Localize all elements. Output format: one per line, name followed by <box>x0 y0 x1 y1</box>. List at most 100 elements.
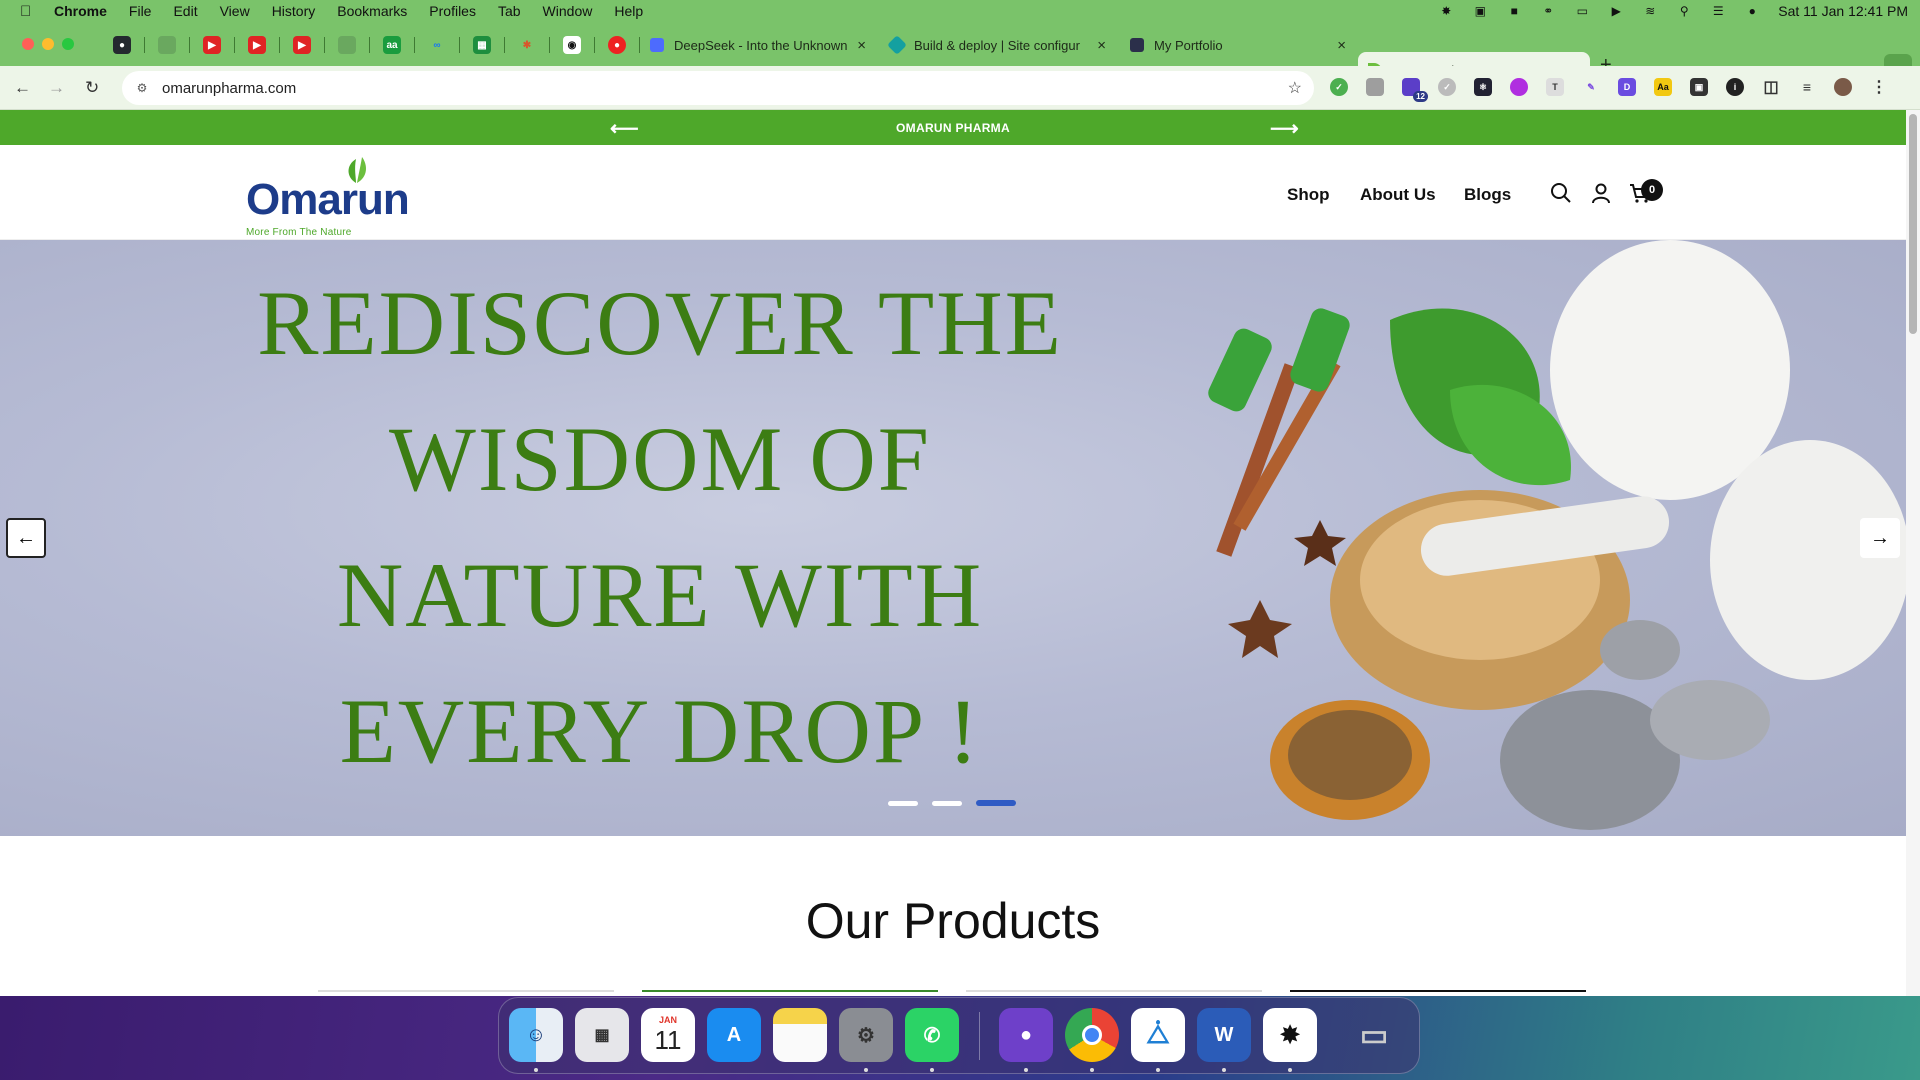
pinned-tab-eye-icon[interactable]: ◉ <box>563 36 581 54</box>
finder-icon[interactable]: ☺ <box>509 1008 563 1062</box>
menu-history[interactable]: History <box>272 3 316 19</box>
nav-about-us[interactable]: About Us <box>1360 185 1436 205</box>
pinned-tab-github-icon[interactable]: ● <box>113 36 131 54</box>
dictionary-extension-icon[interactable]: Aa <box>1654 78 1672 96</box>
menu-tab[interactable]: Tab <box>498 3 521 19</box>
extensions-puzzle-icon[interactable]: ◫ <box>1762 78 1780 96</box>
color-extension-icon[interactable] <box>1510 78 1528 96</box>
chrome-icon[interactable] <box>1065 1008 1119 1062</box>
app-store-icon[interactable]: A <box>707 1008 761 1062</box>
menu-file[interactable]: File <box>129 3 152 19</box>
wifi-icon[interactable]: ≋ <box>1642 4 1658 18</box>
hero-prev-button[interactable]: ← <box>6 518 46 558</box>
minimize-window-button[interactable] <box>42 38 54 50</box>
user-account-icon[interactable] <box>1589 181 1613 205</box>
pinned-tab-loading-icon[interactable] <box>338 36 356 54</box>
grad-cap-extension-icon[interactable]: 12 <box>1402 78 1428 102</box>
product-card[interactable] <box>318 990 614 996</box>
trash-icon[interactable]: ▭ <box>1347 1008 1401 1062</box>
menu-window[interactable]: Window <box>543 3 593 19</box>
word-icon[interactable]: W <box>1197 1008 1251 1062</box>
headphones-icon[interactable]: ⚭ <box>1540 4 1556 18</box>
tab-netlify[interactable]: Build & deploy | Site configur × <box>880 30 1116 60</box>
pinned-tab-youtube-icon[interactable]: ▶ <box>203 36 221 54</box>
text-extension-icon[interactable]: T <box>1546 78 1564 96</box>
reload-button[interactable]: ↻ <box>85 78 99 98</box>
info-extension-icon[interactable]: i <box>1726 78 1744 96</box>
profile-avatar[interactable] <box>1834 78 1852 96</box>
announcement-next-arrow-icon[interactable]: ⟶ <box>1270 116 1299 141</box>
slide-dot[interactable] <box>888 800 918 806</box>
close-window-button[interactable] <box>22 38 34 50</box>
product-card[interactable] <box>966 990 1262 996</box>
chrome-menu-icon[interactable]: ⋮ <box>1870 78 1888 96</box>
pinned-tab-youtube-icon[interactable]: ▶ <box>248 36 266 54</box>
menu-app-name[interactable]: Chrome <box>54 3 107 19</box>
reading-list-icon[interactable]: ≡ <box>1798 78 1816 96</box>
calendar-icon[interactable]: JAN 11 <box>641 1008 695 1062</box>
announcement-prev-arrow-icon[interactable]: ⟵ <box>610 116 639 141</box>
product-card[interactable] <box>1290 990 1586 996</box>
chatgpt-status-icon[interactable]: ✸ <box>1438 4 1454 18</box>
hero-next-button[interactable]: → <box>1860 518 1900 558</box>
pinned-tab-meta-icon[interactable]: ∞ <box>428 36 446 54</box>
bot-status-icon[interactable]: ■ <box>1506 4 1522 18</box>
site-logo[interactable]: Omarun More From The Nature <box>246 155 410 238</box>
vscode-icon[interactable]: ⧊ <box>1131 1008 1185 1062</box>
product-card[interactable] <box>642 990 938 996</box>
close-tab-icon[interactable]: × <box>857 37 866 54</box>
battery-icon[interactable]: ▭ <box>1574 4 1590 18</box>
nav-blogs[interactable]: Blogs <box>1464 185 1511 205</box>
menu-profiles[interactable]: Profiles <box>429 3 476 19</box>
nav-shop[interactable]: Shop <box>1287 185 1330 205</box>
privacy-extension-icon[interactable] <box>1366 78 1384 96</box>
notes-icon[interactable] <box>773 1008 827 1062</box>
menu-edit[interactable]: Edit <box>173 3 197 19</box>
site-info-icon[interactable]: ⚙ <box>134 80 150 96</box>
pinned-tab-claude-icon[interactable]: ✱ <box>518 36 536 54</box>
pinned-tab-record-icon[interactable]: ● <box>608 36 626 54</box>
scrollbar-thumb[interactable] <box>1909 114 1917 334</box>
chatgpt-icon[interactable]: ✸ <box>1263 1008 1317 1062</box>
menu-bookmarks[interactable]: Bookmarks <box>337 3 407 19</box>
react-devtools-icon[interactable]: ⚛ <box>1474 78 1492 96</box>
bookmark-star-icon[interactable]: ☆ <box>1288 78 1302 98</box>
slide-dot-active[interactable] <box>976 800 1016 806</box>
close-tab-icon[interactable]: × <box>1337 37 1346 54</box>
pen-extension-icon[interactable]: ✎ <box>1582 78 1600 96</box>
menu-help[interactable]: Help <box>614 3 643 19</box>
control-center-icon[interactable]: ☰ <box>1710 4 1726 18</box>
launchpad-icon[interactable]: ▦ <box>575 1008 629 1062</box>
play-status-icon[interactable]: ▶ <box>1608 4 1624 18</box>
clipboard-status-icon[interactable]: ▣ <box>1472 4 1488 18</box>
pinned-tab-sheets-icon[interactable]: ▦ <box>473 36 491 54</box>
github-desktop-icon[interactable]: ● <box>999 1008 1053 1062</box>
arrow-right-icon: → <box>1870 526 1890 549</box>
url-text[interactable]: omarunpharma.com <box>162 80 296 97</box>
back-button[interactable]: ← <box>14 78 31 98</box>
system-settings-icon[interactable]: ⚙ <box>839 1008 893 1062</box>
search-icon[interactable] <box>1549 181 1573 205</box>
slide-dot[interactable] <box>932 800 962 806</box>
tab-deepseek[interactable]: DeepSeek - Into the Unknown × <box>640 30 876 60</box>
menubar-clock[interactable]: Sat 11 Jan 12:41 PM <box>1778 3 1908 19</box>
close-tab-icon[interactable]: × <box>1097 37 1106 54</box>
d-extension-icon[interactable]: D <box>1618 78 1636 96</box>
page-scrollbar[interactable] <box>1906 110 1920 996</box>
maximize-window-button[interactable] <box>62 38 74 50</box>
shield-extension-icon[interactable]: ✓ <box>1330 78 1348 96</box>
siri-icon[interactable]: ● <box>1744 4 1760 18</box>
pinned-tab-youtube-icon[interactable]: ▶ <box>293 36 311 54</box>
image-extension-icon[interactable]: ▣ <box>1690 78 1708 96</box>
menu-view[interactable]: View <box>220 3 250 19</box>
pinned-tab-loading-icon[interactable] <box>158 36 176 54</box>
tab-portfolio[interactable]: My Portfolio × <box>1120 30 1356 60</box>
address-bar[interactable]: ⚙ omarunpharma.com ☆ <box>122 71 1314 105</box>
check-extension-icon[interactable]: ✓ <box>1438 78 1456 96</box>
spotlight-search-icon[interactable]: ⚲ <box>1676 4 1692 18</box>
forward-button[interactable]: → <box>48 78 65 98</box>
tab-divider <box>234 37 235 53</box>
pinned-tab-aa-icon[interactable]: aa <box>383 36 401 54</box>
apple-icon[interactable]:  <box>20 3 40 20</box>
whatsapp-icon[interactable]: ✆ <box>905 1008 959 1062</box>
